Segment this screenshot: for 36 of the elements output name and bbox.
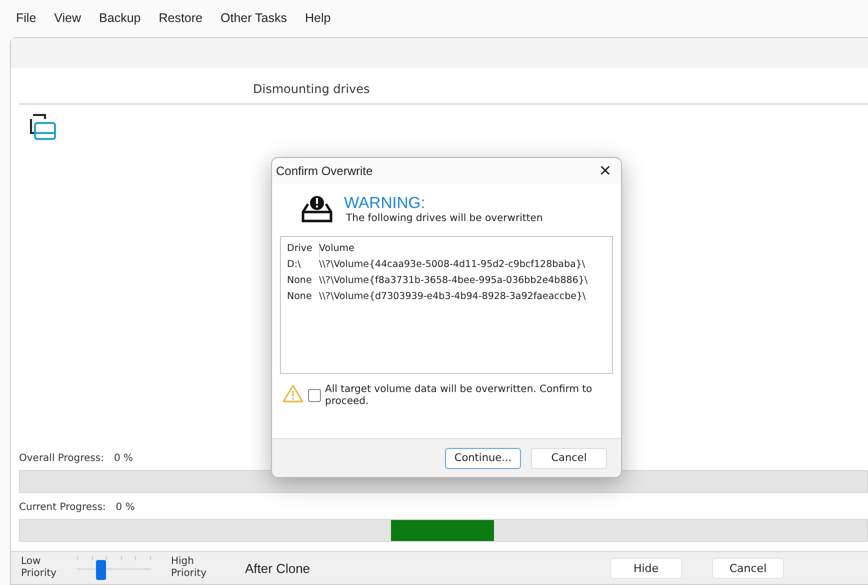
warning-heading: WARNING: — [344, 194, 426, 212]
footer-button[interactable]: Hide — [610, 558, 682, 578]
slider-thumb[interactable] — [96, 560, 106, 580]
warning-icon — [282, 384, 304, 403]
table-cell-text: None — [287, 274, 313, 288]
menu-item[interactable]: Backup — [99, 11, 141, 25]
status-text: Dismounting drives — [253, 82, 370, 96]
column-header: Volume — [319, 242, 354, 256]
menu-item[interactable]: Restore — [158, 11, 203, 25]
confirm-label: All target volume data will be overwritten. Confirm to proceed. — [325, 384, 594, 408]
dialog-button[interactable]: Continue... — [445, 448, 521, 468]
progress-label: Current Progress: — [19, 502, 106, 513]
table-cell-text: \\?\Volume{d7303939-e4b3-4b94-8928-3a92faeaccbe}\ — [319, 290, 586, 304]
priority-label: Low Priority — [21, 556, 58, 580]
progress-label: Overall Progress: — [19, 453, 104, 464]
table-cell-text: \\?\Volume{44caa93e-5008-4d11-95d2-c9bcf128baba}\ — [319, 258, 586, 272]
table-cell-text: None — [287, 290, 313, 304]
after-clone-label: After Clone — [245, 560, 310, 576]
drive-warning-icon — [300, 194, 334, 224]
close-button[interactable]: × — [597, 161, 613, 181]
menu-item[interactable]: View — [54, 11, 82, 25]
footer-button[interactable]: Cancel — [712, 558, 784, 578]
menu-item[interactable]: Help — [304, 11, 331, 25]
table-cell-text: D:\ — [287, 258, 302, 272]
dialog-title: Confirm Overwrite — [276, 164, 373, 178]
progress-reading: 0 % — [114, 453, 134, 464]
dialog-button[interactable]: Cancel — [531, 448, 607, 468]
table-cell-text: \\?\Volume{f8a3731b-3658-4bee-995a-036bb2e4b886}\ — [319, 274, 588, 288]
progress-reading: 0 % — [116, 502, 135, 513]
confirm-checkbox[interactable] — [308, 389, 321, 402]
menu-item[interactable]: File — [16, 11, 36, 25]
priority-label: High Priority — [171, 556, 208, 580]
menu-item[interactable]: Other Tasks — [220, 11, 287, 25]
column-header: Drive — [287, 241, 320, 257]
priority-slider[interactable] — [77, 556, 151, 580]
warning-text: The following drives will be overwritten — [346, 212, 543, 224]
